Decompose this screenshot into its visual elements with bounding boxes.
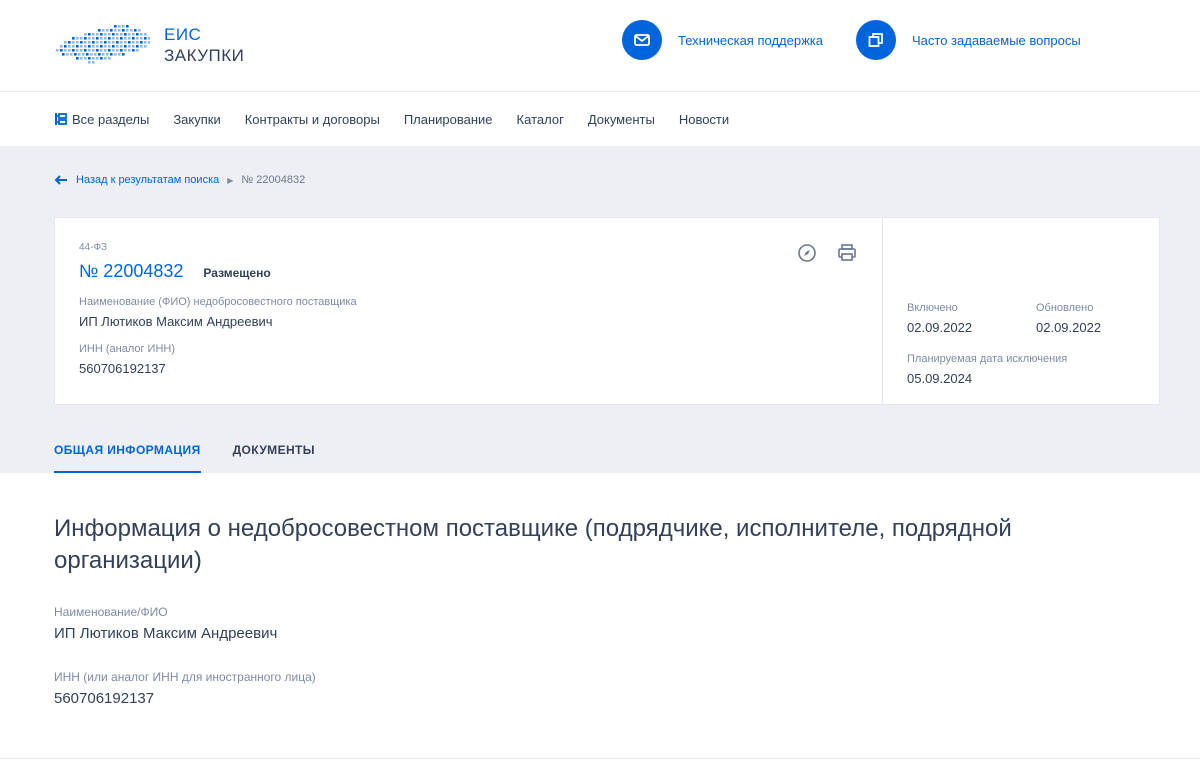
inn-label: ИНН (аналог ИНН) [79, 343, 176, 355]
included-label: Включено [907, 302, 958, 314]
nav-all-sections[interactable]: Все разделы [54, 112, 149, 127]
included-field: Включено 02.09.2022 [907, 302, 972, 335]
status-badge: Размещено [203, 266, 271, 280]
logo-line2: ЗАКУПКИ [164, 46, 245, 65]
arrow-left-icon [54, 175, 67, 185]
nav-all-sections-label: Все разделы [72, 111, 150, 127]
tab-documents[interactable]: ДОКУМЕНТЫ [233, 431, 315, 473]
included-value: 02.09.2022 [907, 320, 973, 335]
back-to-results-link[interactable]: Назад к результатам поиска [54, 174, 219, 186]
back-label: Назад к результатам поиска [76, 174, 220, 186]
faq-link[interactable]: Часто задаваемые вопросы [856, 20, 1081, 60]
main-inn-label: ИНН (или аналог ИНН для иностранного лиц… [54, 670, 316, 684]
updated-label: Обновлено [1036, 302, 1094, 314]
tech-support-label: Техническая поддержка [678, 32, 823, 48]
main-name-label: Наименование/ФИО [54, 605, 168, 619]
updated-field: Обновлено 02.09.2022 [1036, 302, 1101, 335]
main-nav: Все разделы Закупки Контракты и договоры… [0, 92, 1200, 146]
nav-item-documents[interactable]: Документы [588, 112, 655, 127]
logo-text: ЕИС ЗАКУПКИ [164, 24, 244, 66]
nav-item-news[interactable]: Новости [679, 112, 729, 127]
print-icon[interactable] [836, 242, 858, 264]
sections-icon [54, 112, 68, 126]
updated-value: 02.09.2022 [1036, 320, 1102, 335]
planned-exclusion-value: 05.09.2024 [907, 371, 973, 386]
header: ЕИС ЗАКУПКИ Техническая поддержка Часто … [0, 0, 1200, 92]
bottom-divider [0, 758, 1200, 759]
planned-exclusion-field: Планируемая дата исключения 05.09.2024 [907, 353, 1067, 386]
supplier-name-field: Наименование (ФИО) недобросовестного пос… [79, 296, 882, 329]
breadcrumb-separator-icon: ▶ [227, 175, 234, 185]
inn-value: 560706192137 [79, 361, 166, 376]
main-content: Информация о недобросовестном поставщике… [0, 473, 1200, 707]
record-card-dates: Включено 02.09.2022 Обновлено 02.09.2022… [883, 218, 1159, 404]
supplier-name-value: ИП Лютиков Максим Андреевич [79, 314, 273, 329]
main-name-value: ИП Лютиков Максим Андреевич [54, 625, 278, 642]
windows-icon [856, 20, 896, 60]
number-row: № 22004832 Размещено [79, 261, 882, 282]
tech-support-link[interactable]: Техническая поддержка [622, 20, 823, 60]
nav-item-planning[interactable]: Планирование [404, 112, 493, 127]
nav-item-purchases[interactable]: Закупки [173, 112, 220, 127]
supplier-name-label: Наименование (ФИО) недобросовестного пос… [79, 296, 357, 308]
record-number: № 22004832 [79, 261, 184, 281]
compass-icon[interactable] [796, 242, 818, 264]
logo-line1: ЕИС [164, 25, 202, 44]
breadcrumb-current: № 22004832 [241, 174, 306, 186]
record-card-main: 44-ФЗ № 22004832 Размещено Наименование … [55, 218, 883, 404]
card-actions [796, 242, 858, 264]
record-card: 44-ФЗ № 22004832 Размещено Наименование … [54, 217, 1160, 405]
inn-field: ИНН (аналог ИНН) 560706192137 [79, 343, 882, 376]
faq-label: Часто задаваемые вопросы [912, 32, 1081, 48]
nav-item-catalog[interactable]: Каталог [517, 112, 564, 127]
mail-icon [622, 20, 662, 60]
russia-map-logo-icon [56, 25, 150, 64]
eis-logo[interactable]: ЕИС ЗАКУПКИ [54, 20, 254, 70]
main-inn-value: 560706192137 [54, 690, 155, 707]
law-label: 44-ФЗ [79, 242, 108, 253]
tab-general-info[interactable]: ОБЩАЯ ИНФОРМАЦИЯ [54, 431, 201, 473]
record-tabs: ОБЩАЯ ИНФОРМАЦИЯ ДОКУМЕНТЫ [54, 431, 347, 473]
record-header-area: Назад к результатам поиска ▶ № 22004832 … [0, 146, 1200, 473]
breadcrumb: Назад к результатам поиска ▶ № 22004832 [54, 174, 305, 186]
nav-item-contracts[interactable]: Контракты и договоры [245, 112, 380, 127]
planned-exclusion-label: Планируемая дата исключения [907, 353, 1068, 365]
page-title: Информация о недобросовестном поставщике… [54, 515, 1012, 574]
